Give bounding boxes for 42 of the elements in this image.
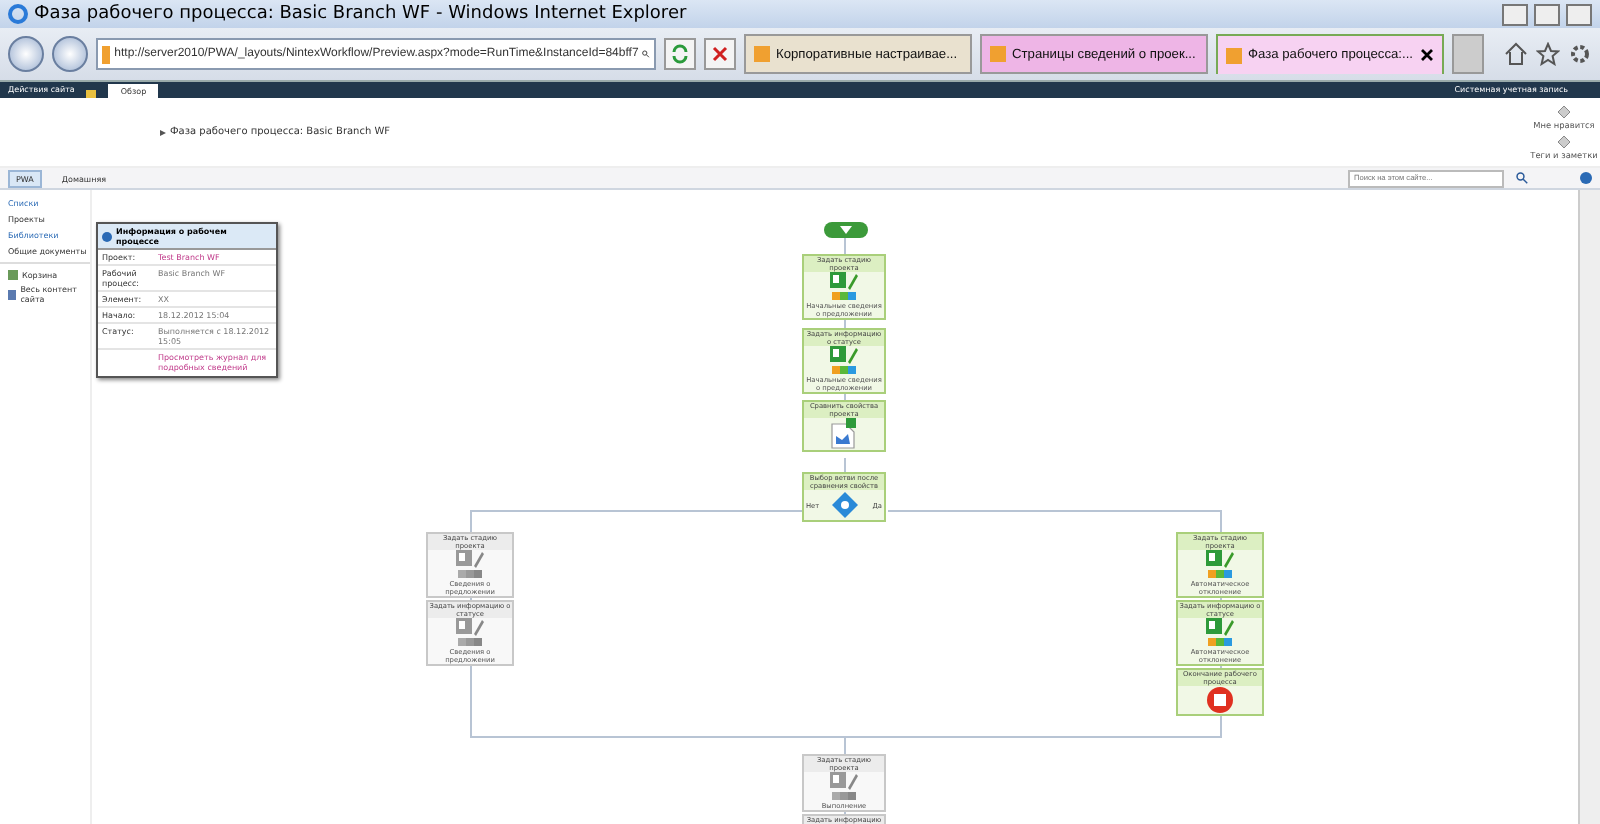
- close-tab-icon[interactable]: [1420, 48, 1434, 62]
- search-icon[interactable]: [1516, 172, 1528, 184]
- site-icon: [754, 46, 770, 62]
- bin-icon: [8, 270, 18, 280]
- minimize-button[interactable]: [1502, 3, 1528, 25]
- project-task-icon: [454, 618, 486, 648]
- home-icon[interactable]: [1504, 42, 1528, 66]
- connector-line: [844, 458, 846, 472]
- stop-icon: [1206, 686, 1234, 714]
- document-icon: [830, 418, 858, 450]
- back-button[interactable]: [8, 36, 44, 72]
- browser-logo-icon: [8, 4, 28, 24]
- refresh-button[interactable]: [664, 38, 696, 70]
- bullet-icon: [160, 129, 166, 135]
- connector-line: [844, 238, 846, 254]
- project-task-icon: [1204, 618, 1236, 648]
- caret-icon: [840, 226, 852, 234]
- branch-diamond-icon: [832, 492, 859, 518]
- project-task-icon: [454, 550, 486, 580]
- stop-button[interactable]: [704, 38, 736, 70]
- scrollbar[interactable]: [1578, 190, 1600, 824]
- project-task-icon: [828, 272, 860, 302]
- star-icon[interactable]: [1536, 42, 1560, 66]
- project-task-icon: [828, 772, 860, 802]
- close-icon: [712, 46, 728, 62]
- project-task-icon: [1204, 550, 1236, 580]
- info-icon: [102, 231, 112, 241]
- search-icon: [642, 46, 650, 62]
- window-title: Фаза рабочего процесса: Basic Branch WF - Windows Internet Explorer: [34, 4, 689, 24]
- site-icon: [102, 45, 111, 63]
- refresh-icon: [670, 44, 690, 64]
- list-icon: [8, 289, 17, 299]
- start-node[interactable]: [824, 222, 868, 238]
- close-button[interactable]: [1566, 3, 1592, 25]
- forward-button[interactable]: [52, 36, 88, 72]
- site-icon: [1226, 47, 1242, 63]
- site-icon: [990, 46, 1006, 62]
- folder-icon[interactable]: [86, 90, 97, 98]
- help-icon[interactable]: [1580, 172, 1592, 184]
- maximize-button[interactable]: [1534, 3, 1560, 25]
- project-task-icon: [828, 345, 860, 375]
- settings-icon[interactable]: [1568, 42, 1592, 66]
